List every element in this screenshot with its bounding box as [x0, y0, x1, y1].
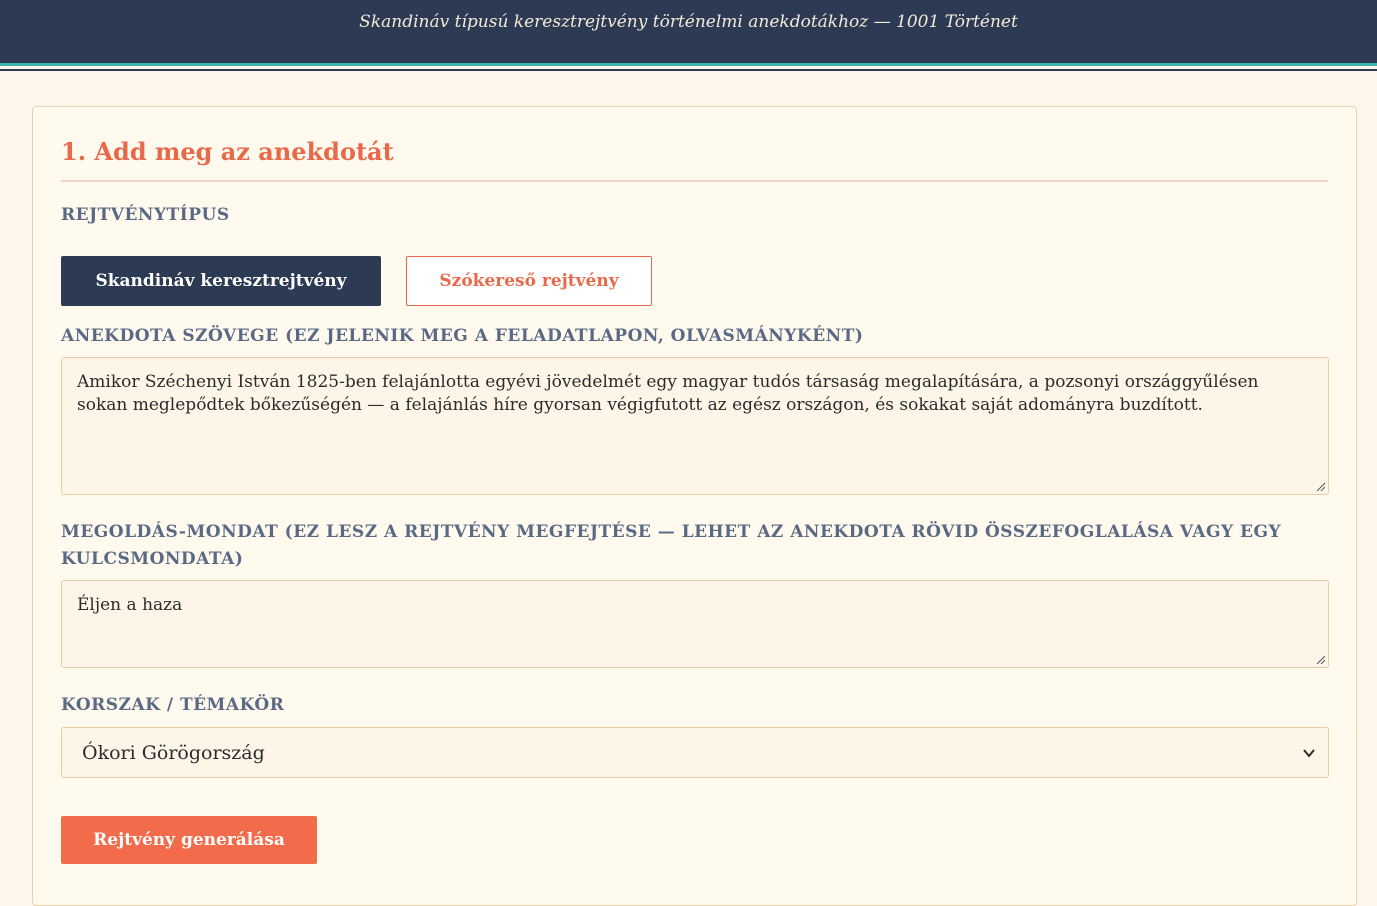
era-label: KORSZAK / TÉMAKÖR: [61, 695, 285, 715]
anecdote-textarea[interactable]: Amikor Széchenyi István 1825-ben felaján…: [61, 357, 1329, 495]
section-title: 1. Add meg az anekdotát: [61, 137, 394, 166]
puzzle-type-wordsearch-button[interactable]: Szókereső rejtvény: [406, 256, 652, 306]
header-subtitle: Skandináv típusú keresztrejtvény történe…: [359, 12, 1018, 32]
header-divider: [0, 69, 1377, 71]
app-header: Skandináv típusú keresztrejtvény történe…: [0, 0, 1377, 66]
resize-grip-icon[interactable]: [1315, 654, 1325, 664]
chevron-down-icon: [1303, 749, 1315, 758]
puzzle-type-scandinavian-button[interactable]: Skandináv keresztrejtvény: [61, 256, 381, 306]
era-select[interactable]: Ókori Görögország: [61, 727, 1329, 778]
resize-grip-icon[interactable]: [1315, 481, 1325, 491]
anecdote-text: Amikor Széchenyi István 1825-ben felaján…: [77, 372, 1259, 415]
solution-textarea[interactable]: Éljen a haza: [61, 580, 1329, 668]
anecdote-label: ANEKDOTA SZÖVEGE (EZ JELENIK MEG A FELAD…: [61, 326, 864, 346]
era-selected-value: Ókori Görögország: [82, 741, 265, 764]
generate-puzzle-button[interactable]: Rejtvény generálása: [61, 816, 317, 864]
section-divider: [61, 180, 1328, 182]
solution-text: Éljen a haza: [77, 595, 183, 615]
puzzle-type-label: REJTVÉNYTÍPUS: [61, 205, 230, 225]
anecdote-form-card: 1. Add meg az anekdotát REJTVÉNYTÍPUS Sk…: [32, 106, 1357, 906]
solution-label: MEGOLDÁS-MONDAT (EZ LESZ A REJTVÉNY MEGF…: [61, 522, 1282, 569]
